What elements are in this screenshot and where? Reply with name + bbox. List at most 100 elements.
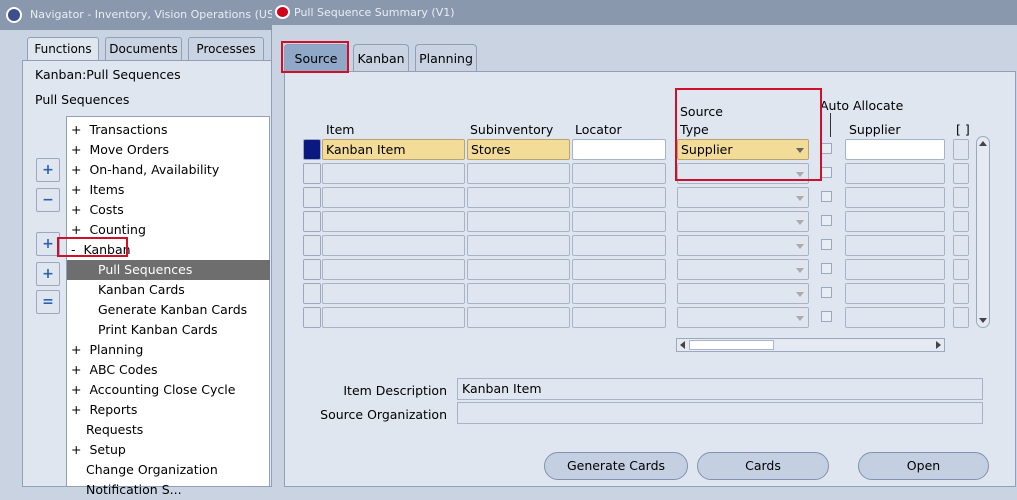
subinventory-cell[interactable] xyxy=(467,235,570,256)
supplier-cell[interactable] xyxy=(845,187,945,208)
item-cell[interactable] xyxy=(322,187,465,208)
auto-allocate-checkbox[interactable] xyxy=(821,191,832,202)
subinventory-cell[interactable] xyxy=(467,307,570,328)
auto-allocate-checkbox[interactable] xyxy=(821,167,832,178)
subinventory-cell[interactable] xyxy=(467,283,570,304)
source-type-select[interactable] xyxy=(677,211,809,232)
row-selector[interactable] xyxy=(303,211,321,232)
auto-allocate-checkbox[interactable] xyxy=(821,263,832,274)
locator-cell[interactable] xyxy=(572,307,666,328)
subinventory-cell[interactable] xyxy=(467,187,570,208)
tree-item-pull-sequences[interactable]: Pull Sequences xyxy=(67,260,270,280)
tab-kanban[interactable]: Kanban xyxy=(353,44,409,71)
tab-functions[interactable]: Functions xyxy=(27,37,99,61)
flex-cell[interactable] xyxy=(953,283,969,304)
supplier-cell[interactable] xyxy=(845,235,945,256)
source-type-select[interactable] xyxy=(677,283,809,304)
item-cell[interactable] xyxy=(322,235,465,256)
supplier-cell[interactable] xyxy=(845,307,945,328)
source-type-select[interactable] xyxy=(677,307,809,328)
row-selector[interactable] xyxy=(303,187,321,208)
tree-item-kanban-cards[interactable]: Kanban Cards xyxy=(67,280,270,300)
tree-item-notification[interactable]: Notification S... xyxy=(67,480,270,500)
collapse-all-icon[interactable]: = xyxy=(36,290,60,314)
item-cell[interactable] xyxy=(322,307,465,328)
tree-item-change-org[interactable]: Change Organization xyxy=(67,460,270,480)
collapse-icon[interactable]: − xyxy=(36,188,60,212)
flex-cell[interactable] xyxy=(953,211,969,232)
row-selector[interactable] xyxy=(303,163,321,184)
auto-allocate-checkbox[interactable] xyxy=(821,239,832,250)
source-type-select[interactable] xyxy=(677,259,809,280)
tree-item-costs[interactable]: + Costs xyxy=(67,200,270,220)
supplier-cell[interactable] xyxy=(845,211,945,232)
vertical-scrollbar[interactable] xyxy=(976,136,990,328)
subinventory-cell[interactable] xyxy=(467,211,570,232)
item-cell[interactable] xyxy=(322,283,465,304)
supplier-cell[interactable] xyxy=(845,259,945,280)
supplier-cell[interactable] xyxy=(845,139,945,160)
tree-item-print-kanban-cards[interactable]: Print Kanban Cards xyxy=(67,320,270,340)
row-selector[interactable] xyxy=(303,139,321,160)
flex-cell[interactable] xyxy=(953,187,969,208)
expand-icon[interactable]: + xyxy=(36,158,60,182)
subinventory-cell[interactable] xyxy=(467,259,570,280)
generate-cards-button[interactable]: Generate Cards xyxy=(544,452,688,480)
row-selector[interactable] xyxy=(303,235,321,256)
flex-cell[interactable] xyxy=(953,307,969,328)
horizontal-scrollbar[interactable] xyxy=(676,338,945,352)
tree-item-reports[interactable]: + Reports xyxy=(67,400,270,420)
tree-item-transactions[interactable]: + Transactions xyxy=(67,120,270,140)
tree-item-items[interactable]: + Items xyxy=(67,180,270,200)
tab-planning[interactable]: Planning xyxy=(415,44,477,71)
scroll-left-icon[interactable] xyxy=(680,341,685,349)
cards-button[interactable]: Cards xyxy=(697,452,829,480)
source-type-select[interactable] xyxy=(677,235,809,256)
locator-cell[interactable] xyxy=(572,187,666,208)
auto-allocate-checkbox[interactable] xyxy=(821,143,832,154)
row-selector[interactable] xyxy=(303,307,321,328)
tree-item-accounting-close[interactable]: + Accounting Close Cycle xyxy=(67,380,270,400)
item-cell[interactable] xyxy=(322,259,465,280)
flex-cell[interactable] xyxy=(953,139,969,160)
tree-item-setup[interactable]: + Setup xyxy=(67,440,270,460)
flex-cell[interactable] xyxy=(953,235,969,256)
item-cell[interactable] xyxy=(322,163,465,184)
auto-allocate-checkbox[interactable] xyxy=(821,215,832,226)
flex-cell[interactable] xyxy=(953,259,969,280)
subinventory-cell[interactable] xyxy=(467,163,570,184)
scroll-thumb[interactable] xyxy=(689,340,774,350)
tree-item-generate-kanban-cards[interactable]: Generate Kanban Cards xyxy=(67,300,270,320)
locator-cell[interactable] xyxy=(572,235,666,256)
source-type-select[interactable] xyxy=(677,187,809,208)
open-button[interactable]: Open xyxy=(858,452,989,480)
locator-cell[interactable] xyxy=(572,211,666,232)
locator-cell[interactable] xyxy=(572,259,666,280)
supplier-cell[interactable] xyxy=(845,163,945,184)
item-cell[interactable]: Kanban Item xyxy=(322,139,465,160)
scroll-up-icon[interactable] xyxy=(979,141,987,146)
auto-allocate-checkbox[interactable] xyxy=(821,287,832,298)
tree-item-requests[interactable]: Requests xyxy=(67,420,270,440)
tab-processes[interactable]: Processes xyxy=(188,37,264,61)
source-org-field[interactable] xyxy=(457,402,983,424)
scroll-down-icon[interactable] xyxy=(979,318,987,323)
tree-item-onhand[interactable]: + On-hand, Availability xyxy=(67,160,270,180)
scroll-right-icon[interactable] xyxy=(936,341,941,349)
locator-cell[interactable] xyxy=(572,163,666,184)
tab-documents[interactable]: Documents xyxy=(105,37,182,61)
locator-cell[interactable] xyxy=(572,139,666,160)
tree-item-abc-codes[interactable]: + ABC Codes xyxy=(67,360,270,380)
supplier-cell[interactable] xyxy=(845,283,945,304)
expand-all-icon[interactable]: + xyxy=(36,262,60,286)
item-cell[interactable] xyxy=(322,211,465,232)
tree-item-planning[interactable]: + Planning xyxy=(67,340,270,360)
subinventory-cell[interactable]: Stores xyxy=(467,139,570,160)
item-description-field[interactable]: Kanban Item xyxy=(457,378,983,400)
row-selector[interactable] xyxy=(303,259,321,280)
flex-cell[interactable] xyxy=(953,163,969,184)
tree-item-move-orders[interactable]: + Move Orders xyxy=(67,140,270,160)
row-selector[interactable] xyxy=(303,283,321,304)
locator-cell[interactable] xyxy=(572,283,666,304)
auto-allocate-checkbox[interactable] xyxy=(821,311,832,322)
